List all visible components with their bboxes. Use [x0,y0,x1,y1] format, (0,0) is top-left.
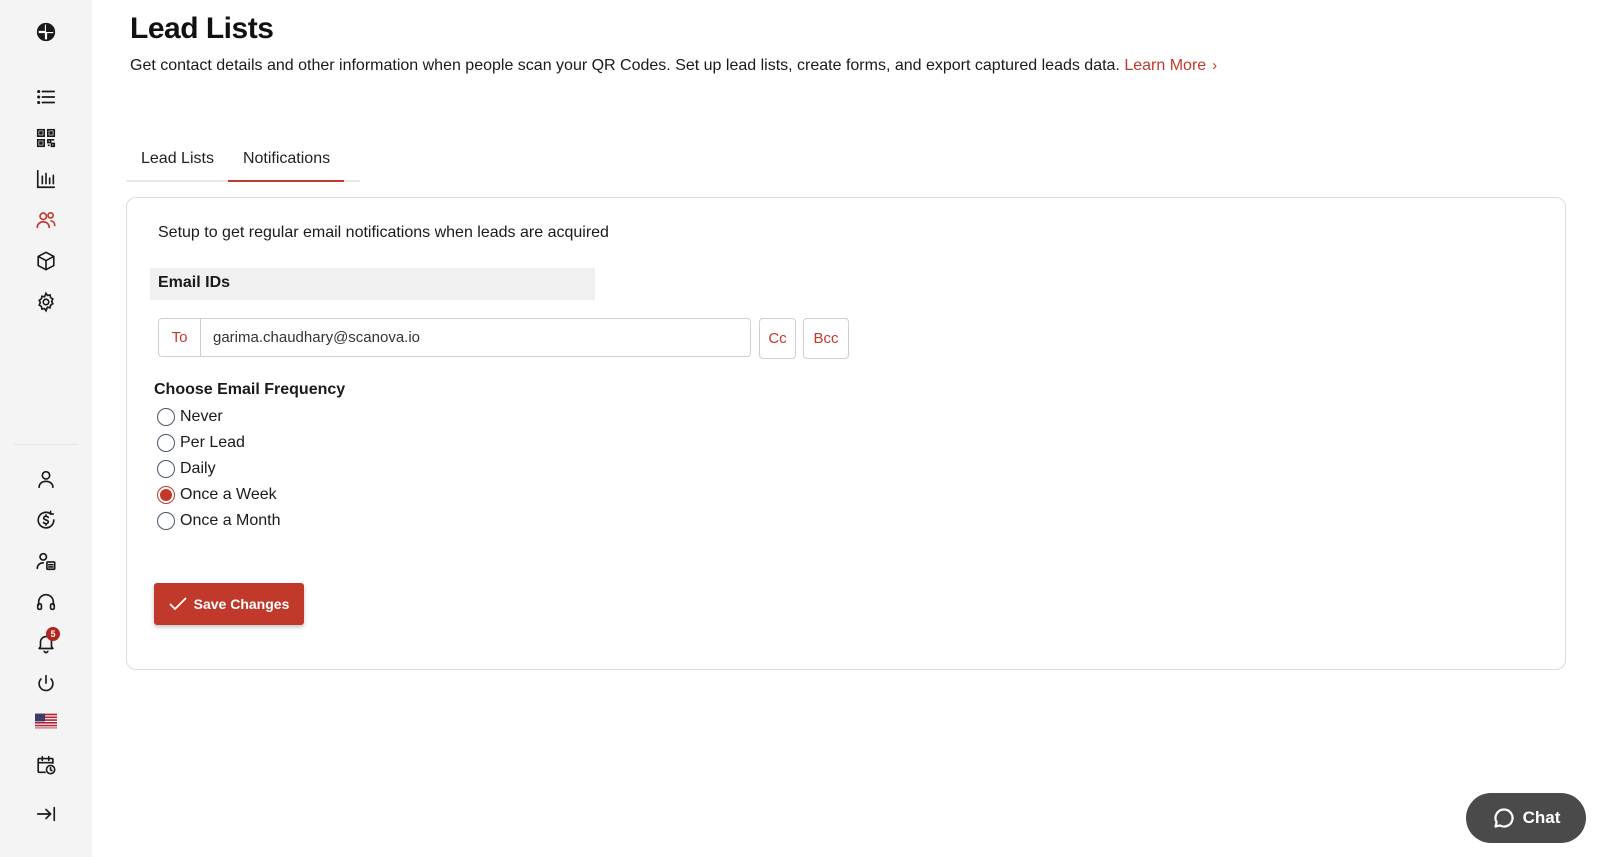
settings-icon[interactable] [28,284,64,320]
collapse-icon[interactable] [28,796,64,832]
frequency-option-once-a-week[interactable]: Once a Week [157,483,277,507]
sidebar-divider [14,444,78,445]
box-icon[interactable] [28,243,64,279]
headset-icon[interactable] [28,584,64,620]
notifications-card: Setup to get regular email notifications… [126,197,1566,670]
save-changes-label: Save Changes [193,596,290,612]
page-subtitle: Get contact details and other informatio… [130,57,1217,75]
radio-button[interactable] [157,434,175,452]
to-email-input[interactable] [201,319,750,356]
to-email-group: To [158,318,751,357]
sidebar: 5 [0,0,92,857]
brand-logo-icon[interactable] [28,14,64,50]
radio-button[interactable] [157,512,175,530]
tab-bar: Lead Lists Notifications [126,144,360,182]
tab-lead-lists[interactable]: Lead Lists [126,144,228,182]
frequency-option-once-a-month[interactable]: Once a Month [157,509,281,533]
frequency-option-per-lead[interactable]: Per Lead [157,431,245,455]
checkmark-icon [169,597,187,610]
bcc-button[interactable]: Bcc [803,318,849,359]
to-label: To [159,319,201,356]
radio-label: Once a Week [180,486,277,503]
email-ids-header: Email IDs [150,268,595,300]
bar-chart-icon[interactable] [28,161,64,197]
notification-count-badge: 5 [46,627,60,641]
billing-icon[interactable] [28,502,64,538]
radio-label: Daily [180,460,216,477]
chat-button[interactable]: Chat [1466,793,1586,843]
frequency-option-never[interactable]: Never [157,405,223,429]
user-icon[interactable] [28,461,64,497]
chat-bubble-icon [1494,808,1514,828]
chat-label: Chat [1522,808,1561,827]
notifications-intro: Setup to get regular email notifications… [158,224,609,241]
list-icon[interactable] [28,79,64,115]
radio-label: Once a Month [180,512,281,529]
frequency-option-daily[interactable]: Daily [157,457,216,481]
page-title: Lead Lists [130,12,274,45]
subtitle-text: Get contact details and other informatio… [130,57,1120,74]
qr-code-icon[interactable] [28,120,64,156]
power-icon[interactable] [28,666,64,702]
learn-more-link[interactable]: Learn More › [1124,57,1217,74]
calendar-clock-icon[interactable] [28,747,64,783]
radio-button[interactable] [157,408,175,426]
radio-label: Never [180,408,223,425]
main-content: Lead Lists Get contact details and other… [92,0,1600,857]
bell-icon[interactable]: 5 [28,625,64,661]
learn-more-label: Learn More [1124,57,1207,74]
radio-button[interactable] [157,460,175,478]
save-changes-button[interactable]: Save Changes [154,583,304,625]
us-flag-icon[interactable] [28,703,64,739]
chevron-right-icon: › [1212,57,1218,74]
radio-label: Per Lead [180,434,245,451]
tab-notifications[interactable]: Notifications [227,144,345,182]
frequency-label: Choose Email Frequency [154,381,346,398]
radio-button-selected[interactable] [157,486,175,504]
users-icon[interactable] [28,202,64,238]
cc-button[interactable]: Cc [759,318,796,359]
user-card-icon[interactable] [28,543,64,579]
